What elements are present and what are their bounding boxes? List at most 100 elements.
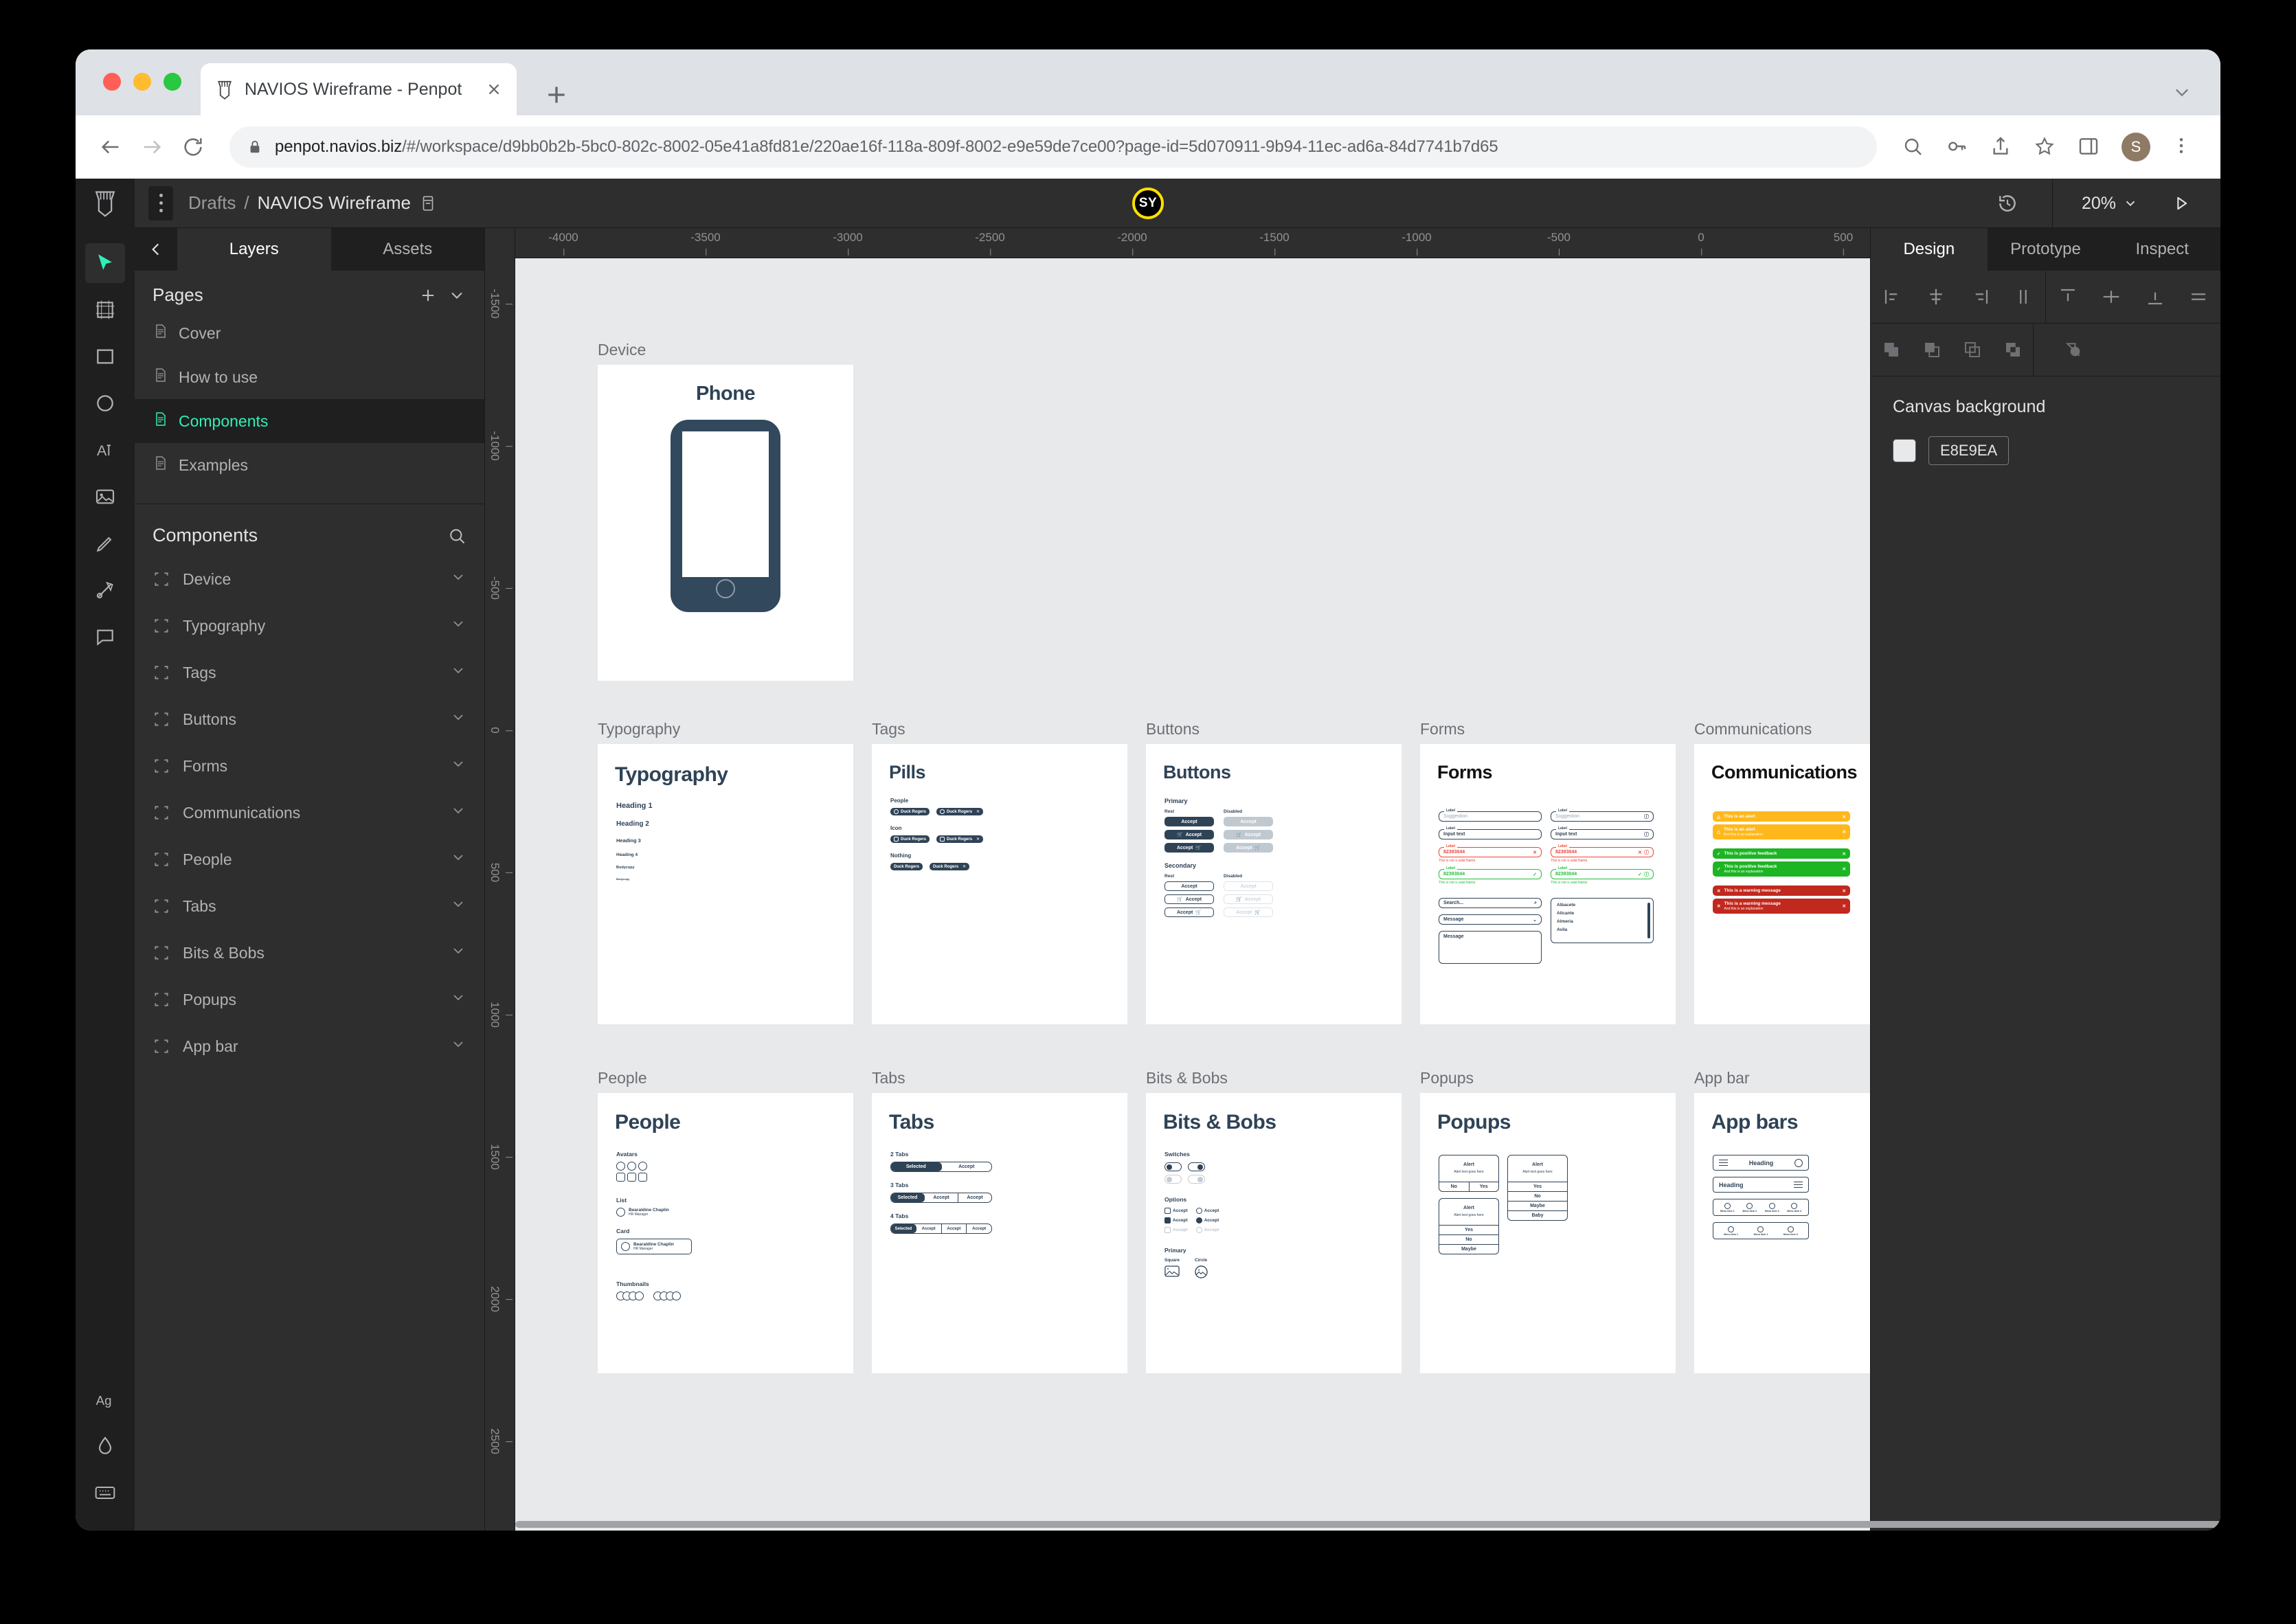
board-tabs[interactable]: Tabs 2 Tabs Selected Accept 3 Tabs Selec…	[872, 1093, 1127, 1373]
appbar-left[interactable]: Heading	[1713, 1177, 1809, 1193]
layer-item-communications[interactable]: Communications	[135, 789, 484, 836]
info-icon[interactable]: ⓘ	[1644, 813, 1649, 820]
back-icon[interactable]	[99, 135, 122, 159]
button-secondary-rest[interactable]: Accept	[1164, 881, 1214, 891]
bookmark-star-icon[interactable]	[2034, 135, 2057, 159]
view-mode-button[interactable]	[2163, 185, 2200, 222]
layer-item-buttons[interactable]: Buttons	[135, 696, 484, 743]
layer-item-app-bar[interactable]: App bar	[135, 1023, 484, 1070]
layer-item-bits-bobs[interactable]: Bits & Bobs	[135, 929, 484, 976]
button-primary-icon-right[interactable]: Accept 🛒	[1164, 843, 1214, 853]
tab-design[interactable]: Design	[1871, 228, 1988, 271]
clear-icon[interactable]: ✕	[1638, 850, 1642, 855]
popup-action[interactable]: Yes	[1508, 1182, 1567, 1191]
nav-item[interactable]: Menu item 1	[1720, 1202, 1735, 1213]
horizontal-scrollbar[interactable]	[515, 1521, 2220, 1528]
align-bottom-icon[interactable]	[2140, 282, 2170, 312]
address-bar[interactable]: penpot.navios.biz/#/workspace/d9bb0b2b-5…	[229, 126, 1877, 168]
pill-plain-removable[interactable]: Duck Rogers ✕	[930, 863, 970, 870]
side-panel-icon[interactable]	[2078, 135, 2101, 159]
pill-plain[interactable]: Duck Rogers	[890, 863, 923, 870]
tab-inspect[interactable]: Inspect	[2104, 228, 2220, 271]
input-success[interactable]: Label 82393044 ✓	[1439, 866, 1542, 879]
popup-three-actions[interactable]: Alert Alert text goes here Yes No Maybe	[1439, 1198, 1499, 1254]
tab-item[interactable]: Accept	[942, 1224, 967, 1233]
tab-assets[interactable]: Assets	[331, 228, 485, 271]
board-buttons[interactable]: Buttons Primary Rest Disabled Accept Acc…	[1146, 744, 1402, 1024]
list-item[interactable]: Almeria	[1557, 919, 1647, 924]
distribute-vertical-icon[interactable]	[2183, 282, 2214, 312]
breadcrumb-file[interactable]: NAVIOS Wireframe	[258, 192, 411, 214]
board-label-forms[interactable]: Forms	[1420, 720, 1465, 738]
boolean-exclude-icon[interactable]	[1998, 335, 2028, 365]
tool-fonts[interactable]: Ag	[85, 1379, 125, 1419]
search-icon[interactable]	[1902, 135, 1925, 159]
boolean-difference-icon[interactable]	[1917, 335, 1947, 365]
library-icon[interactable]	[419, 194, 437, 212]
chevron-down-icon[interactable]	[447, 286, 466, 305]
switch-off[interactable]	[1164, 1162, 1182, 1171]
nav-item[interactable]: Menu item 2	[1754, 1226, 1768, 1236]
chevron-down-icon[interactable]	[450, 1036, 466, 1057]
input-text[interactable]: Label Input text	[1439, 826, 1542, 839]
popup-action[interactable]: Maybe	[1439, 1244, 1498, 1254]
canvas-viewport[interactable]: Device Phone Typography Typography Headi…	[515, 258, 1870, 1531]
board-label-communications[interactable]: Communications	[1694, 720, 1812, 738]
person-card[interactable]: Bearaldine Chaplin HR Manager	[616, 1239, 692, 1254]
board-people[interactable]: People Avatars List Bearaldine Chaplin H…	[598, 1093, 853, 1373]
select-message[interactable]: Message ⌄	[1439, 914, 1542, 925]
list-item[interactable]: Alicante	[1557, 911, 1647, 916]
popup-action[interactable]: Baby	[1508, 1210, 1567, 1220]
popup-four-actions[interactable]: Alert Alert text goes here Yes No Maybe …	[1507, 1155, 1568, 1221]
pill-icon[interactable]: Duck Rogers	[890, 835, 930, 843]
close-icon[interactable]: ✕	[1843, 888, 1846, 894]
checkbox-unchecked[interactable]: Accept	[1164, 1208, 1188, 1214]
appbar-centered[interactable]: Heading	[1713, 1155, 1809, 1171]
tabgroup-4[interactable]: Selected Accept Accept Accept	[890, 1223, 992, 1234]
popup-two-actions[interactable]: Alert Alert text goes here No Yes	[1439, 1155, 1499, 1192]
popup-action[interactable]: Maybe	[1508, 1201, 1567, 1210]
chevron-down-icon[interactable]	[450, 896, 466, 916]
tool-rectangle[interactable]	[85, 337, 125, 376]
alert-banner[interactable]: ✓ This is positive feedback ✕	[1713, 848, 1850, 859]
align-left-icon[interactable]	[1878, 282, 1908, 312]
chevron-down-icon[interactable]	[450, 709, 466, 730]
chevron-down-icon[interactable]	[450, 849, 466, 870]
boolean-intersect-icon[interactable]	[1957, 335, 1988, 365]
search-input[interactable]: Search... ⌕	[1439, 898, 1542, 908]
input-error[interactable]: Label 82393044 ✕	[1439, 844, 1542, 857]
board-label-typography[interactable]: Typography	[598, 720, 680, 738]
collaborator-avatar[interactable]: SY	[1132, 187, 1164, 219]
board-typography[interactable]: Typography Heading 1 Heading 2 Heading 3…	[598, 744, 853, 1024]
nav-item[interactable]: Menu item 2	[1742, 1202, 1757, 1213]
board-tags[interactable]: Pills People Duck Rogers Duck Rogers ✕ Ic…	[872, 744, 1127, 1024]
pill-icon-removable[interactable]: Duck Rogers ✕	[936, 835, 984, 843]
alert-banner[interactable]: ✕ This is a warning message ✕	[1713, 886, 1850, 896]
popup-action[interactable]: No	[1508, 1191, 1567, 1201]
flatten-icon[interactable]	[2058, 335, 2089, 365]
add-page-icon[interactable]	[418, 286, 438, 305]
alert-banner[interactable]: ✕ This is a warning message And this is an…	[1713, 899, 1850, 914]
history-icon[interactable]	[1985, 185, 2029, 221]
close-icon[interactable]: ✕	[1843, 851, 1846, 857]
tabgroup-2[interactable]: Selected Accept	[890, 1162, 992, 1172]
chevron-down-icon[interactable]	[2172, 82, 2192, 102]
radio-checked[interactable]: Accept	[1195, 1217, 1219, 1223]
align-center-horizontal-icon[interactable]	[1921, 282, 1951, 312]
tab-item[interactable]: Accept	[925, 1193, 958, 1202]
input-suggestion-info[interactable]: Label Suggestion ⓘ	[1551, 809, 1654, 822]
popup-action[interactable]: No	[1439, 1182, 1469, 1191]
button-secondary-icon-left[interactable]: 🛒 Accept	[1164, 894, 1214, 904]
tool-pen[interactable]	[85, 523, 125, 563]
board-label-buttons[interactable]: Buttons	[1146, 720, 1200, 738]
nav-item[interactable]: Menu item 4	[1787, 1202, 1801, 1213]
button-primary-icon-left[interactable]: 🛒 Accept	[1164, 830, 1214, 839]
close-icon[interactable]	[485, 80, 503, 98]
checkbox-checked[interactable]: Accept	[1164, 1217, 1188, 1223]
menu-icon[interactable]	[1794, 1181, 1803, 1188]
zoom-control[interactable]: 20%	[2072, 194, 2148, 214]
board-device[interactable]: Phone	[598, 365, 853, 681]
popup-action[interactable]: Yes	[1439, 1225, 1498, 1234]
alert-banner[interactable]: △ This is an alert ✕	[1713, 811, 1850, 822]
password-key-icon[interactable]	[1946, 135, 1969, 159]
